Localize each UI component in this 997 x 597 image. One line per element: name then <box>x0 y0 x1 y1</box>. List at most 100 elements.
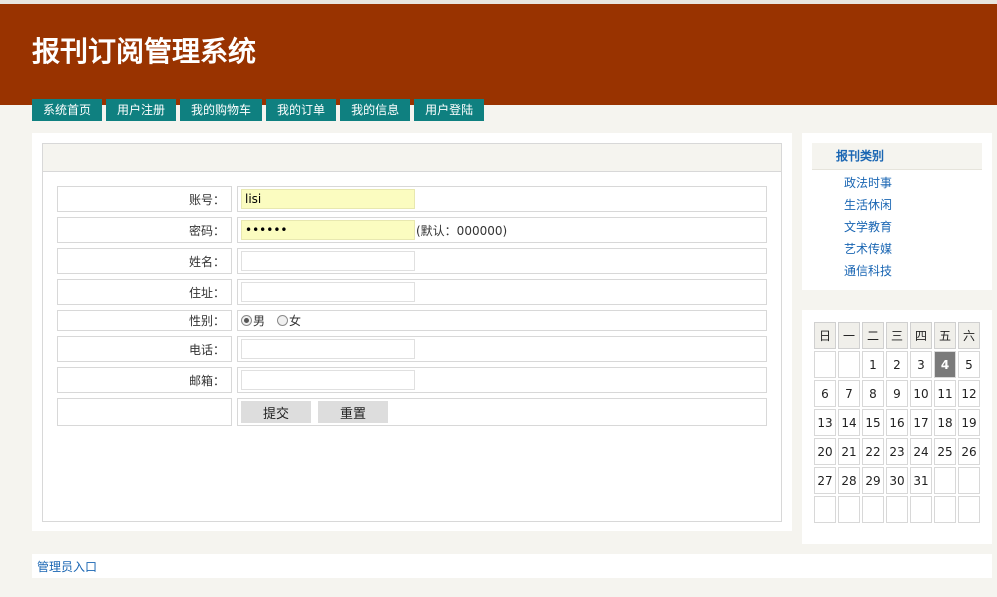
calendar-empty-cell <box>814 496 836 523</box>
calendar-day[interactable]: 14 <box>838 409 860 436</box>
email-label: 邮箱： <box>57 367 232 393</box>
buttons-label-cell <box>57 398 232 426</box>
weekday-thu: 四 <box>910 322 932 349</box>
account-input[interactable] <box>241 189 415 209</box>
gender-radio-group: 男 女 <box>241 312 313 329</box>
calendar-day[interactable]: 12 <box>958 380 980 407</box>
calendar-day[interactable]: 24 <box>910 438 932 465</box>
category-list: 政法时事 生活休闲 文学教育 艺术传媒 通信科技 <box>844 172 892 282</box>
calendar-day[interactable]: 10 <box>910 380 932 407</box>
calendar-empty-cell <box>910 496 932 523</box>
account-label: 账号： <box>57 186 232 212</box>
calendar-day[interactable]: 19 <box>958 409 980 436</box>
gender-cell: 男 女 <box>237 310 767 331</box>
calendar-week-row: 27 28 29 30 31 <box>814 467 980 494</box>
buttons-cell: 提交 重置 <box>237 398 767 426</box>
calendar-empty-cell <box>838 496 860 523</box>
password-label: 密码： <box>57 217 232 243</box>
calendar-day[interactable]: 25 <box>934 438 956 465</box>
password-input[interactable] <box>241 220 415 240</box>
calendar-day[interactable]: 20 <box>814 438 836 465</box>
calendar-empty-cell <box>958 467 980 494</box>
gender-label: 性别： <box>57 310 232 331</box>
calendar-day[interactable]: 23 <box>886 438 908 465</box>
nav-orders[interactable]: 我的订单 <box>266 99 337 121</box>
calendar-weekday-row: 日 一 二 三 四 五 六 <box>814 322 980 349</box>
calendar-day[interactable]: 9 <box>886 380 908 407</box>
nav-home[interactable]: 系统首页 <box>32 99 103 121</box>
calendar-day[interactable]: 21 <box>838 438 860 465</box>
nav-register[interactable]: 用户注册 <box>106 99 177 121</box>
gender-male-label[interactable]: 男 <box>253 312 265 329</box>
calendar-week-row <box>814 496 980 523</box>
gender-male-radio[interactable] <box>241 315 252 326</box>
calendar-day[interactable]: 28 <box>838 467 860 494</box>
form-header-bar <box>43 144 781 172</box>
calendar-empty-cell <box>934 467 956 494</box>
account-row: 账号： <box>57 186 767 212</box>
phone-input[interactable] <box>241 339 415 359</box>
address-cell <box>237 279 767 305</box>
name-input[interactable] <box>241 251 415 271</box>
category-item-politics[interactable]: 政法时事 <box>844 172 892 194</box>
calendar-day[interactable]: 30 <box>886 467 908 494</box>
calendar-empty-cell <box>814 351 836 378</box>
calendar-day[interactable]: 5 <box>958 351 980 378</box>
account-cell <box>237 186 767 212</box>
category-item-tech[interactable]: 通信科技 <box>844 260 892 282</box>
calendar-day[interactable]: 13 <box>814 409 836 436</box>
gender-female-radio[interactable] <box>277 315 289 326</box>
password-cell: (默认：000000) <box>237 217 767 243</box>
calendar-day[interactable]: 31 <box>910 467 932 494</box>
nav-my-info[interactable]: 我的信息 <box>340 99 411 121</box>
weekday-mon: 一 <box>838 322 860 349</box>
address-input[interactable] <box>241 282 415 302</box>
calendar: 日 一 二 三 四 五 六 1 2 3 4 5 6 7 8 9 10 11 12 13 14 15 16 17 1… <box>812 320 982 525</box>
footer-bar: 管理员入口 <box>32 554 992 578</box>
calendar-day[interactable]: 18 <box>934 409 956 436</box>
address-row: 住址： <box>57 279 767 305</box>
email-input[interactable] <box>241 370 415 390</box>
category-item-arts[interactable]: 艺术传媒 <box>844 238 892 260</box>
calendar-day[interactable]: 4 <box>934 351 956 378</box>
gender-row: 性别： 男 女 <box>57 310 767 331</box>
calendar-empty-cell <box>958 496 980 523</box>
registration-form: 账号： 密码： (默认：000000) 姓名： 住址： 性别： <box>42 143 782 522</box>
calendar-week-row: 12345 <box>814 351 980 378</box>
calendar-day[interactable]: 11 <box>934 380 956 407</box>
calendar-day[interactable]: 8 <box>862 380 884 407</box>
reset-button[interactable]: 重置 <box>318 401 388 423</box>
nav-cart[interactable]: 我的购物车 <box>180 99 263 121</box>
calendar-day[interactable]: 29 <box>862 467 884 494</box>
calendar-empty-cell <box>886 496 908 523</box>
calendar-week-row: 6 7 8 9 10 11 12 <box>814 380 980 407</box>
calendar-day[interactable]: 26 <box>958 438 980 465</box>
password-hint: (默认：000000) <box>416 223 508 238</box>
weekday-wed: 三 <box>886 322 908 349</box>
calendar-week-row: 20 21 22 23 24 25 26 <box>814 438 980 465</box>
phone-row: 电话： <box>57 336 767 362</box>
admin-entry-link[interactable]: 管理员入口 <box>37 554 97 580</box>
calendar-day[interactable]: 17 <box>910 409 932 436</box>
calendar-day[interactable]: 22 <box>862 438 884 465</box>
nav-login[interactable]: 用户登陆 <box>414 99 485 121</box>
calendar-panel: 日 一 二 三 四 五 六 1 2 3 4 5 6 7 8 9 10 11 12 13 14 15 16 17 1… <box>802 310 992 544</box>
category-title: 报刊类别 <box>812 143 982 170</box>
phone-cell <box>237 336 767 362</box>
gender-female-label[interactable]: 女 <box>289 312 301 329</box>
weekday-sat: 六 <box>958 322 980 349</box>
address-label: 住址： <box>57 279 232 305</box>
calendar-day[interactable]: 7 <box>838 380 860 407</box>
calendar-day[interactable]: 2 <box>886 351 908 378</box>
category-item-literature[interactable]: 文学教育 <box>844 216 892 238</box>
calendar-day[interactable]: 27 <box>814 467 836 494</box>
category-item-lifestyle[interactable]: 生活休闲 <box>844 194 892 216</box>
submit-button[interactable]: 提交 <box>241 401 311 423</box>
calendar-day[interactable]: 3 <box>910 351 932 378</box>
weekday-sun: 日 <box>814 322 836 349</box>
buttons-row: 提交 重置 <box>57 398 767 426</box>
calendar-day[interactable]: 16 <box>886 409 908 436</box>
calendar-day[interactable]: 6 <box>814 380 836 407</box>
calendar-day[interactable]: 15 <box>862 409 884 436</box>
calendar-day[interactable]: 1 <box>862 351 884 378</box>
